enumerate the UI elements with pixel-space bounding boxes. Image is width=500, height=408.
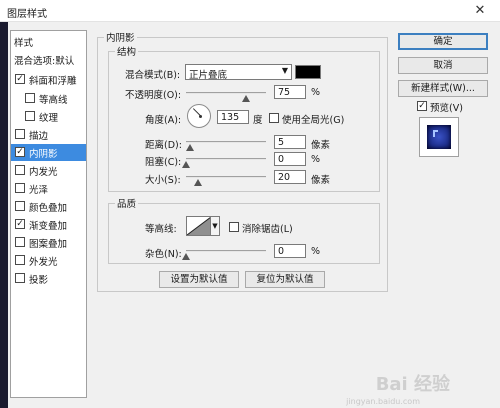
gradient-overlay-checkbox[interactable]: ✓ [15, 219, 25, 229]
distance-unit: 像素 [311, 140, 331, 151]
opacity-input[interactable]: 75 [274, 85, 306, 99]
opacity-slider-track[interactable] [186, 92, 266, 94]
choke-label: 阻塞(C): [145, 157, 182, 168]
contour-curve-icon [186, 216, 212, 236]
watermark: Bai 经验 [375, 374, 450, 395]
contour-label: 等高线: [145, 224, 177, 235]
sidebar-item-satin[interactable]: 光泽 [11, 180, 86, 197]
global-light-checkbox[interactable] [269, 113, 279, 123]
global-light-label: 使用全局光(G) [282, 115, 345, 126]
noise-slider-track[interactable] [186, 250, 266, 252]
angle-unit: 度 [253, 115, 263, 126]
style-preview [419, 117, 459, 157]
opacity-label: 不透明度(O): [125, 90, 182, 101]
pattern-overlay-checkbox[interactable] [15, 237, 25, 247]
reset-default-button[interactable]: 复位为默认值 [245, 271, 325, 288]
make-default-button[interactable]: 设置为默认值 [159, 271, 239, 288]
blend-options-item[interactable]: 混合选项:默认 [11, 51, 86, 68]
distance-input[interactable]: 5 [274, 135, 306, 149]
background-strip [0, 22, 8, 408]
satin-checkbox[interactable] [15, 183, 25, 193]
size-label: 大小(S): [145, 175, 181, 186]
outer-glow-checkbox[interactable] [15, 255, 25, 265]
new-style-button[interactable]: 新建样式(W)... [398, 80, 488, 97]
structure-title: 结构 [117, 47, 137, 58]
preview-checkbox[interactable]: ✓ [417, 101, 427, 111]
noise-label: 杂色(N): [145, 249, 182, 260]
size-unit: 像素 [311, 175, 331, 186]
window-title: 图层样式 [7, 9, 47, 20]
sidebar-item-contour[interactable]: 等高线 [11, 90, 86, 107]
preview-mark-top [433, 130, 438, 132]
sidebar-item-inner-shadow[interactable]: ✓ 内阴影 [11, 144, 86, 161]
blend-mode-select[interactable]: 正片叠底 ▼ [185, 64, 292, 81]
noise-input[interactable]: 0 [274, 244, 306, 258]
chevron-down-icon: ▼ [281, 66, 288, 75]
shadow-color-swatch[interactable] [295, 65, 321, 79]
panel-title: 内阴影 [106, 33, 135, 44]
antialias-checkbox[interactable] [229, 222, 239, 232]
sidebar-item-texture[interactable]: 纹理 [11, 108, 86, 125]
inner-shadow-checkbox[interactable]: ✓ [15, 147, 25, 157]
blend-mode-label: 混合模式(B): [125, 70, 181, 81]
opacity-slider-thumb[interactable] [242, 95, 250, 102]
angle-dial[interactable] [187, 104, 211, 128]
noise-unit: % [311, 246, 321, 257]
angle-dial-center [199, 115, 202, 118]
inner-glow-checkbox[interactable] [15, 165, 25, 175]
angle-input[interactable]: 135 [217, 110, 249, 124]
size-input[interactable]: 20 [274, 170, 306, 184]
choke-input[interactable]: 0 [274, 152, 306, 166]
antialias-label: 消除锯齿(L) [242, 224, 293, 235]
stroke-checkbox[interactable] [15, 129, 25, 139]
sidebar-item-outer-glow[interactable]: 外发光 [11, 252, 86, 269]
contour-dropdown-icon[interactable]: ▼ [210, 216, 220, 236]
sidebar-item-pattern-overlay[interactable]: 图案叠加 [11, 234, 86, 251]
texture-checkbox[interactable] [25, 111, 35, 121]
color-overlay-checkbox[interactable] [15, 201, 25, 211]
sidebar-item-color-overlay[interactable]: 颜色叠加 [11, 198, 86, 215]
opacity-unit: % [311, 87, 321, 98]
ok-button[interactable]: 确定 [398, 33, 488, 50]
sidebar-item-gradient-overlay[interactable]: ✓ 渐变叠加 [11, 216, 86, 233]
choke-slider-track[interactable] [186, 158, 266, 160]
style-list: 样式 混合选项:默认 ✓ 斜面和浮雕 等高线 纹理 描边 ✓ 内阴影 内发光 光… [10, 30, 87, 398]
watermark-url: jingyan.baidu.com [346, 397, 420, 406]
distance-slider-track[interactable] [186, 141, 266, 143]
title-bar: 图层样式 ✕ [0, 0, 500, 22]
preview-label: 预览(V) [430, 103, 463, 114]
noise-slider-thumb[interactable] [182, 253, 190, 260]
close-icon[interactable]: ✕ [460, 0, 500, 22]
choke-slider-thumb[interactable] [182, 161, 190, 168]
sidebar-item-stroke[interactable]: 描边 [11, 126, 86, 143]
angle-label: 角度(A): [145, 115, 182, 126]
bevel-emboss-checkbox[interactable]: ✓ [15, 74, 25, 84]
size-slider-track[interactable] [186, 176, 266, 178]
sidebar-item-bevel-emboss[interactable]: ✓ 斜面和浮雕 [11, 71, 86, 88]
distance-label: 距离(D): [145, 140, 182, 151]
sidebar-item-inner-glow[interactable]: 内发光 [11, 162, 86, 179]
distance-slider-thumb[interactable] [186, 144, 194, 151]
cancel-button[interactable]: 取消 [398, 57, 488, 74]
size-slider-thumb[interactable] [194, 179, 202, 186]
choke-unit: % [311, 154, 321, 165]
sidebar-item-drop-shadow[interactable]: 投影 [11, 270, 86, 287]
contour-checkbox[interactable] [25, 93, 35, 103]
preview-swatch [427, 125, 451, 149]
drop-shadow-checkbox[interactable] [15, 273, 25, 283]
style-list-header[interactable]: 样式 [11, 33, 86, 50]
quality-title: 品质 [117, 199, 137, 210]
contour-preview[interactable] [186, 216, 212, 236]
